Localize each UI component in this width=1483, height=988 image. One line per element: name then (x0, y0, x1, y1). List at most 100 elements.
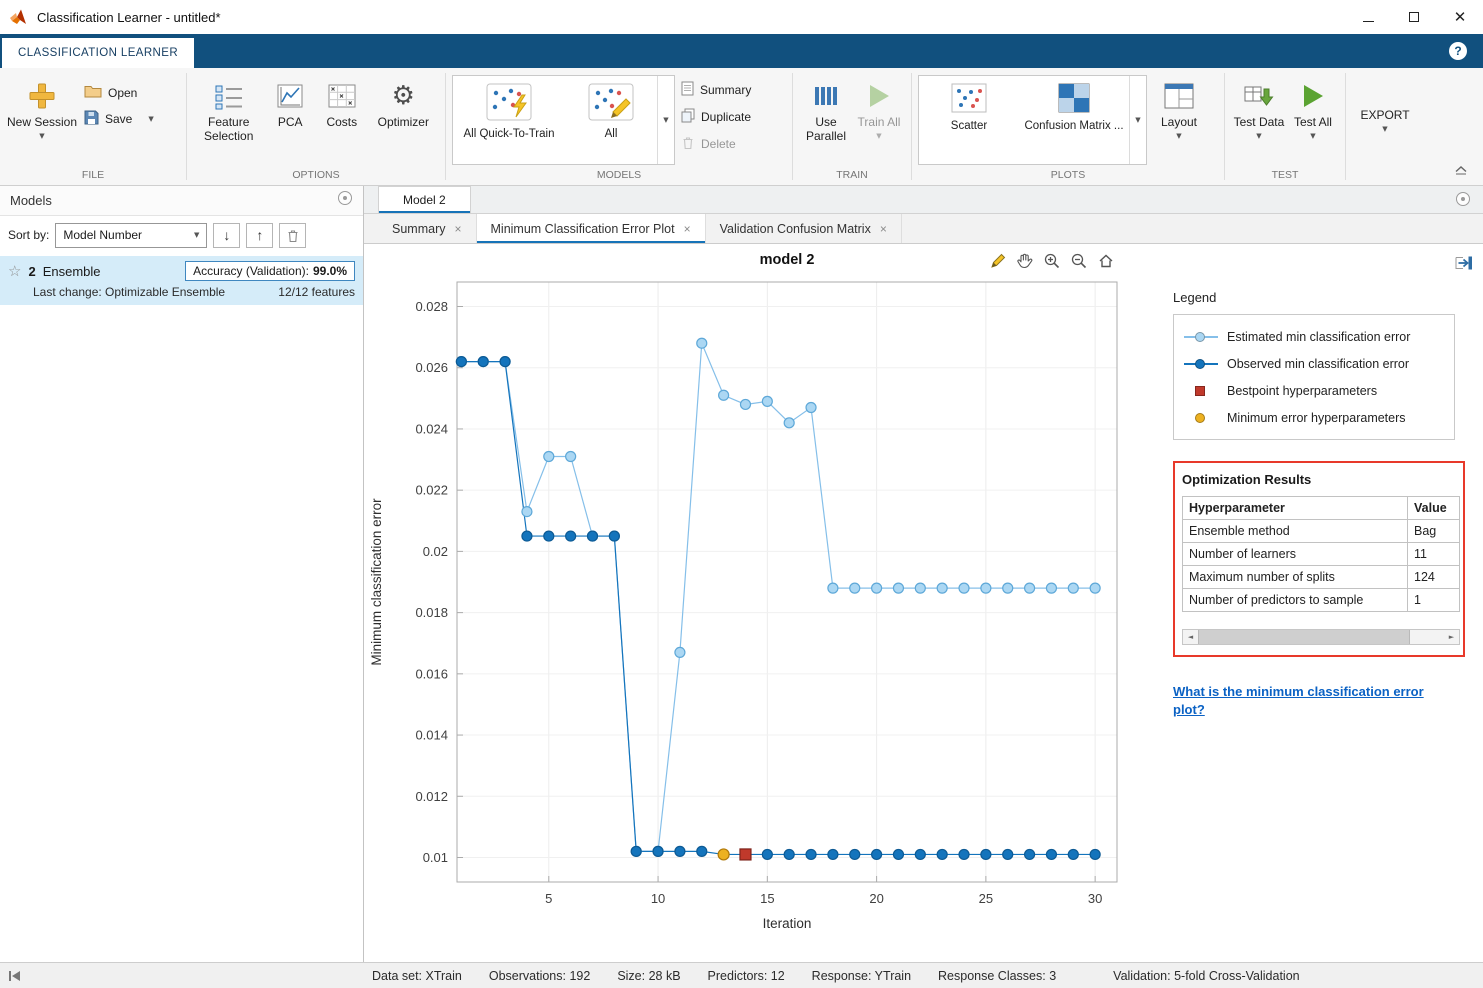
chevron-down-icon (194, 231, 199, 239)
legend-item: Observed min classification error (1184, 350, 1444, 377)
legend-item: Estimated min classification error (1184, 323, 1444, 350)
svg-text:5: 5 (545, 891, 552, 906)
delete-model-button[interactable] (279, 222, 307, 248)
close-tab-icon[interactable] (684, 222, 691, 236)
optimizer-gear-icon: ⚙ (391, 80, 415, 111)
model-id: 2 (28, 263, 36, 279)
min-classification-error-plot[interactable]: 5 10 15 20 25 30 0.01 0.012 0.014 0.016 0.018 0.02 0… (364, 274, 1159, 934)
tab-summary[interactable]: Summary (378, 214, 477, 243)
duplicate-button[interactable]: Duplicate (681, 108, 751, 126)
close-tab-icon[interactable] (880, 222, 887, 236)
delete-trash-icon (681, 135, 695, 153)
scrollbar-thumb[interactable] (1198, 630, 1410, 644)
undock-figure-icon[interactable] (1453, 254, 1473, 277)
window-title: Classification Learner - untitled* (37, 9, 221, 25)
edit-plot-icon[interactable] (989, 252, 1007, 270)
tab-classification-learner[interactable]: CLASSIFICATION LEARNER (2, 38, 195, 68)
zoom-out-icon[interactable] (1070, 252, 1088, 270)
legend-marker-estimated (1184, 330, 1218, 344)
dropdown-arrow-icon (1382, 125, 1387, 133)
tab-model-2[interactable]: Model 2 (378, 186, 471, 213)
all-quick-to-train-icon (486, 83, 532, 125)
export-button[interactable]: EXPORT (1352, 72, 1418, 166)
pca-button[interactable]: PCA (264, 72, 316, 166)
svg-text:0.022: 0.022 (415, 483, 448, 498)
section-label-options: OPTIONS (292, 169, 340, 181)
home-icon[interactable] (1097, 252, 1115, 270)
close-tab-icon[interactable] (454, 222, 461, 236)
summary-button[interactable]: Summary (681, 81, 751, 99)
matlab-logo-icon (10, 8, 28, 26)
horizontal-scrollbar[interactable]: ◄ ► (1182, 629, 1460, 645)
test-all-button[interactable]: Test All (1287, 72, 1339, 166)
test-data-button[interactable]: Test Data (1231, 72, 1287, 166)
plot-side-panel: Legend Estimated min classification erro… (1159, 244, 1483, 962)
figure-tab-bar: Summary Minimum Classification Error Plo… (364, 214, 1483, 244)
use-parallel-icon (813, 77, 839, 115)
models-gallery-dropdown[interactable] (657, 76, 674, 164)
zoom-in-icon[interactable] (1043, 252, 1061, 270)
figure-toolbar (989, 252, 1115, 270)
svg-text:0.014: 0.014 (415, 728, 448, 743)
sort-descending-button[interactable] (213, 222, 241, 248)
section-options: Feature Selection PCA Costs ⚙ Optimizer … (187, 68, 445, 185)
confusion-matrix-button[interactable]: Confusion Matrix ... (1019, 76, 1129, 164)
svg-text:25: 25 (979, 891, 993, 906)
open-button[interactable]: Open (84, 84, 154, 101)
favorite-star-icon[interactable] (8, 262, 21, 280)
plots-gallery: Scatter Confusion Matrix ... (918, 75, 1147, 165)
dropdown-arrow-icon[interactable] (148, 115, 153, 123)
new-session-button[interactable]: New Session (6, 72, 78, 166)
arrow-up-icon (256, 227, 263, 243)
models-gallery: All Quick-To-Train All (452, 75, 675, 165)
accuracy-badge: Accuracy (Validation): 99.0% (185, 261, 355, 281)
optimization-results-table: Hyperparameter Value Ensemble method Bag… (1182, 496, 1460, 612)
panel-options-icon[interactable] (337, 190, 353, 211)
sort-by-dropdown[interactable]: Model Number (55, 222, 208, 248)
table-row: Ensemble method Bag (1182, 519, 1460, 543)
use-parallel-button[interactable]: Use Parallel (799, 72, 853, 166)
trash-icon (288, 229, 298, 242)
section-train: Use Parallel Train All TRAIN (793, 68, 911, 185)
help-button[interactable]: ? (1449, 42, 1467, 60)
ribbon-tab-strip: CLASSIFICATION LEARNER ? (0, 34, 1483, 68)
document-area: Model 2 Summary Minimum Classification E… (364, 186, 1483, 962)
status-predictors: Predictors: 12 (707, 968, 785, 983)
models-panel: Models Sort by: Model Number 2 Ensemble (0, 186, 364, 962)
new-session-icon (27, 77, 57, 115)
sort-ascending-button[interactable] (246, 222, 274, 248)
models-panel-title: Models (10, 193, 52, 208)
optimizer-button[interactable]: ⚙ Optimizer (368, 72, 439, 166)
pan-icon[interactable] (1016, 252, 1034, 270)
svg-text:0.016: 0.016 (415, 666, 448, 681)
plots-gallery-dropdown[interactable] (1129, 76, 1146, 164)
all-quick-to-train-button[interactable]: All Quick-To-Train (453, 76, 565, 164)
layout-button[interactable]: Layout (1147, 72, 1211, 166)
costs-button[interactable]: Costs (316, 72, 368, 166)
document-options-icon[interactable] (1455, 191, 1471, 212)
minimize-button[interactable] (1345, 0, 1391, 34)
skip-to-start-icon[interactable] (8, 970, 22, 982)
model-list-item[interactable]: 2 Ensemble Accuracy (Validation): 99.0% … (0, 256, 363, 305)
tab-minimum-classification-error-plot[interactable]: Minimum Classification Error Plot (476, 214, 706, 243)
delete-button: Delete (681, 135, 751, 153)
legend-marker-bestpoint (1184, 384, 1218, 398)
scroll-right-icon[interactable]: ► (1444, 630, 1459, 644)
maximize-button[interactable] (1391, 0, 1437, 34)
save-button[interactable]: Save (84, 110, 154, 128)
feature-selection-button[interactable]: Feature Selection (193, 72, 264, 166)
legend-item: Minimum error hyperparameters (1184, 404, 1444, 431)
status-bar: Data set: XTrain Observations: 192 Size:… (0, 962, 1483, 988)
table-row: Maximum number of splits 124 (1182, 565, 1460, 589)
status-dataset: Data set: XTrain (372, 968, 462, 983)
all-models-button[interactable]: All (565, 76, 657, 164)
min-classification-error-help-link[interactable]: What is the minimum classification error… (1173, 683, 1441, 718)
collapse-ribbon-icon[interactable] (1453, 162, 1469, 181)
close-button[interactable]: ✕ (1437, 0, 1483, 34)
section-plots: Scatter Confusion Matrix ... Layout PLOT… (912, 68, 1224, 185)
scroll-left-icon[interactable]: ◄ (1183, 630, 1198, 644)
tab-validation-confusion-matrix[interactable]: Validation Confusion Matrix (706, 214, 902, 243)
optimization-results-highlight: Optimization Results Hyperparameter Valu… (1173, 461, 1465, 657)
main-area: Models Sort by: Model Number 2 Ensemble (0, 186, 1483, 962)
scatter-plot-button[interactable]: Scatter (919, 76, 1019, 164)
